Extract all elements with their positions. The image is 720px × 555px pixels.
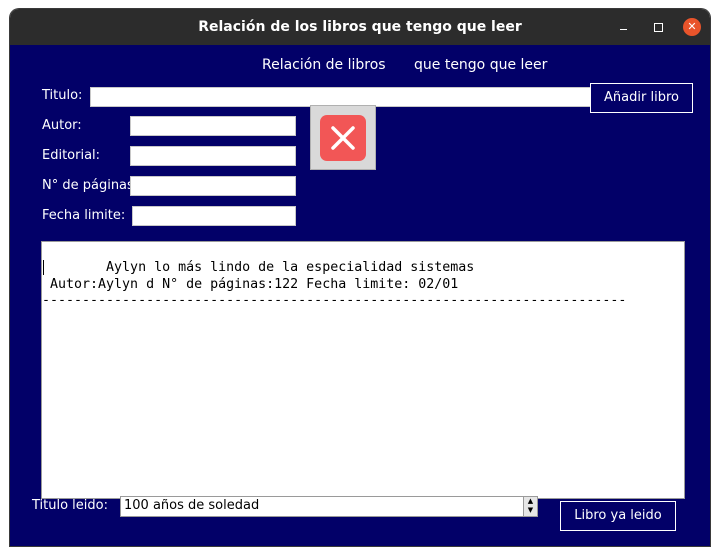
list-line-details: Autor:Aylyn d N° de páginas:122 Fecha li…	[42, 277, 459, 292]
header-right-label: que tengo que leer	[414, 57, 548, 73]
maximize-icon[interactable]	[649, 18, 667, 36]
spin-up-icon[interactable]: ▲	[524, 497, 537, 506]
list-line-separator: ----------------------------------------…	[42, 293, 627, 308]
window-title: Relación de los libros que tengo que lee…	[198, 19, 522, 35]
app-window: Relación de los libros que tengo que lee…	[10, 9, 710, 546]
autor-input[interactable]	[130, 116, 296, 136]
fecha-label: Fecha limite:	[42, 208, 126, 223]
book-read-button[interactable]: Libro ya leido	[560, 501, 676, 531]
editorial-label: Editorial:	[42, 148, 101, 163]
autor-label: Autor:	[42, 118, 82, 133]
minimize-icon[interactable]	[614, 18, 632, 36]
titulo-leido-label: Titulo leido:	[32, 498, 108, 513]
paginas-label: N° de páginas	[42, 178, 134, 193]
paginas-input[interactable]	[130, 176, 296, 196]
read-title-spinbox[interactable]: 100 años de soledad ▲ ▼	[120, 496, 538, 517]
main-panel: Relación de libros que tengo que leer Ti…	[10, 45, 710, 546]
fecha-input[interactable]	[132, 206, 296, 226]
spinbox-value: 100 años de soledad	[124, 498, 260, 513]
spin-down-icon[interactable]: ▼	[524, 506, 537, 515]
close-window-icon[interactable]: ✕	[683, 18, 701, 36]
titulo-input[interactable]	[90, 87, 592, 107]
delete-button[interactable]	[310, 105, 376, 170]
add-book-button[interactable]: Añadir libro	[590, 83, 693, 113]
editorial-input[interactable]	[130, 146, 296, 166]
close-x-icon	[320, 115, 366, 161]
header-left-label: Relación de libros	[262, 57, 386, 73]
titulo-label: Titulo:	[42, 88, 83, 103]
title-bar[interactable]: Relación de los libros que tengo que lee…	[10, 9, 710, 45]
spinbox-arrows[interactable]: ▲ ▼	[523, 497, 537, 516]
book-list-textarea[interactable]: Aylyn lo más lindo de la especialidad si…	[41, 241, 685, 499]
list-line-title: Aylyn lo más lindo de la especialidad si…	[42, 260, 475, 275]
